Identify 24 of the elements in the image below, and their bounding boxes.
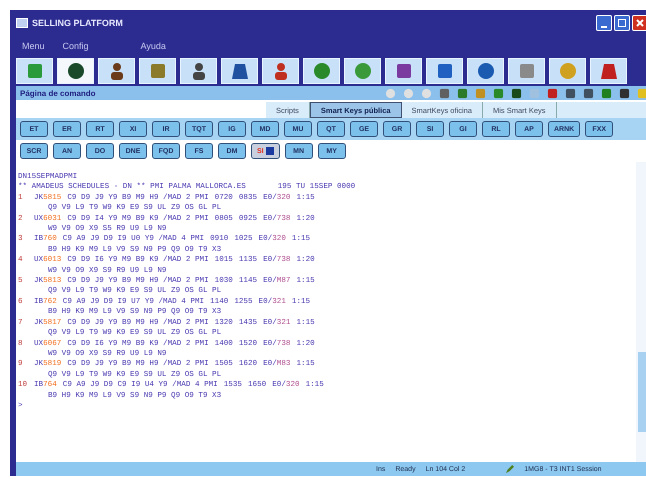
menu-item[interactable]: Menu: [22, 41, 45, 51]
menu-item[interactable]: Ayuda: [140, 41, 166, 51]
close-icon: [635, 18, 645, 28]
maximize-icon: [617, 18, 627, 28]
menu-item[interactable]: Config: [62, 41, 89, 51]
command-page-title: Página de comando: [20, 88, 96, 98]
toolbar-button[interactable]: [180, 58, 217, 84]
command-field[interactable]: [16, 102, 266, 118]
scrollbar[interactable]: [636, 162, 646, 462]
toolbar-button[interactable]: [57, 58, 94, 84]
minimize-icon: [601, 26, 607, 28]
toolbar-button[interactable]: [590, 58, 627, 84]
square-icon: [266, 147, 274, 155]
toolbar-button[interactable]: [262, 58, 299, 84]
window-icon: [16, 18, 28, 28]
window-title: SELLING PLATFORM: [32, 18, 123, 28]
toolbar-button[interactable]: [467, 58, 504, 84]
toolbar-button[interactable]: [385, 58, 422, 84]
toolbar-button[interactable]: [98, 58, 135, 84]
toolbar-button[interactable]: [426, 58, 463, 84]
toolbar-button[interactable]: [221, 58, 258, 84]
minimize-button[interactable]: [596, 15, 612, 31]
close-button[interactable]: [632, 15, 646, 31]
maximize-button[interactable]: [614, 15, 630, 31]
